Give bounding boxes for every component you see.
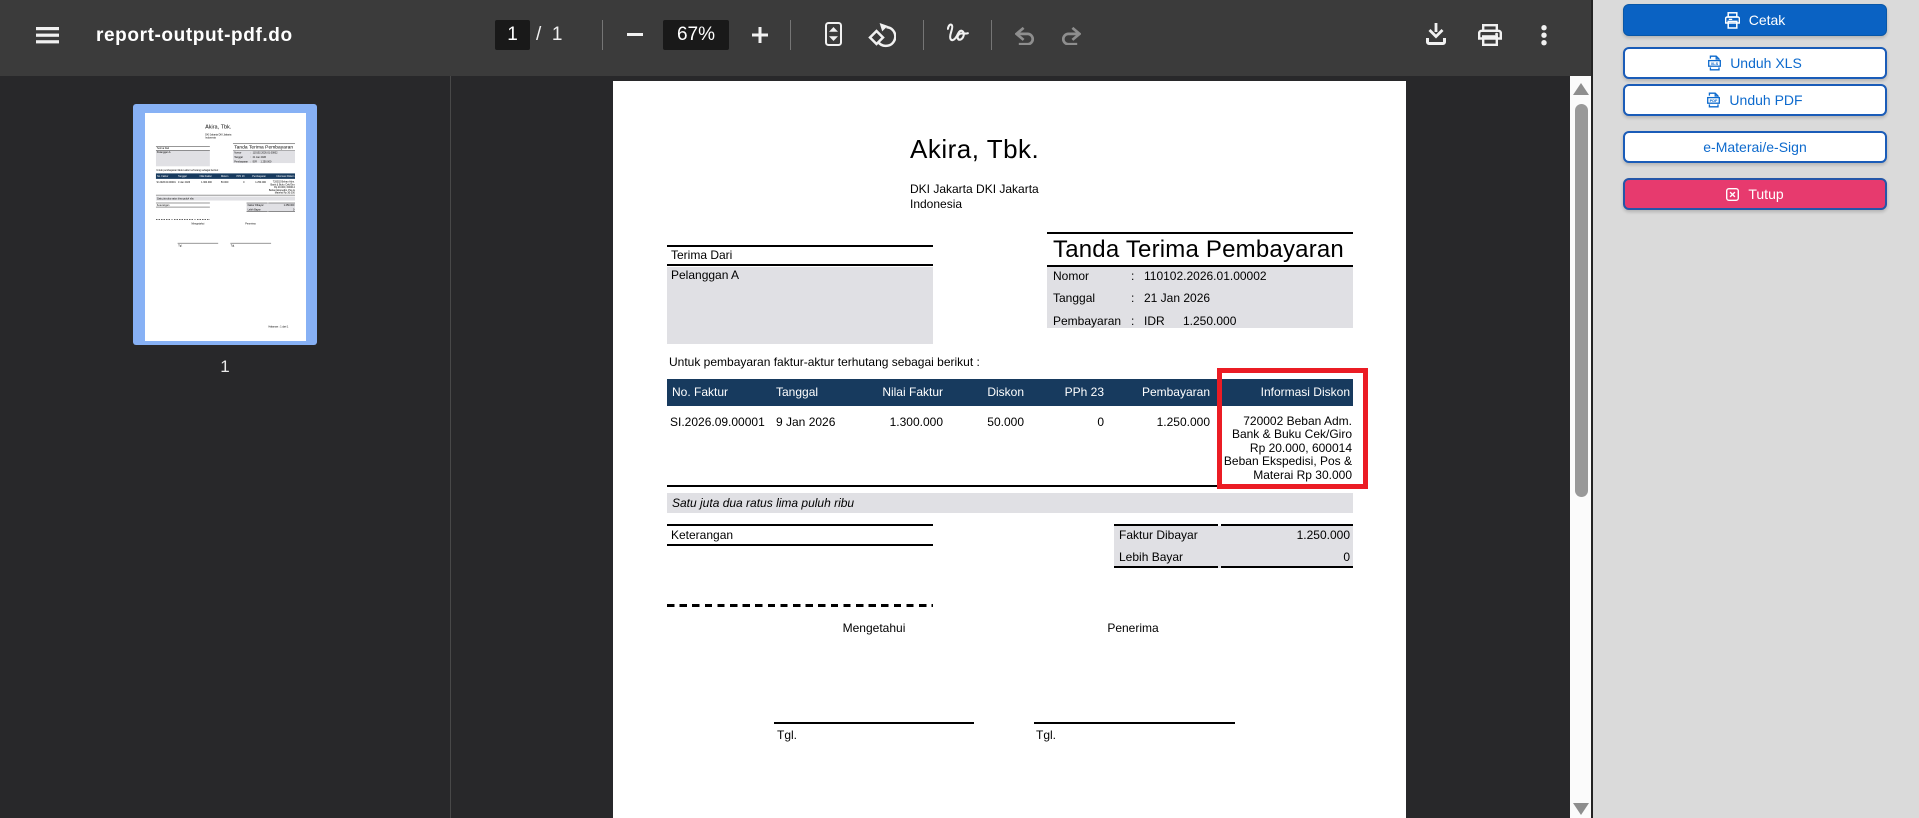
svg-text:XLS: XLS <box>1711 61 1719 66</box>
svg-text:PDF: PDF <box>1710 98 1718 103</box>
